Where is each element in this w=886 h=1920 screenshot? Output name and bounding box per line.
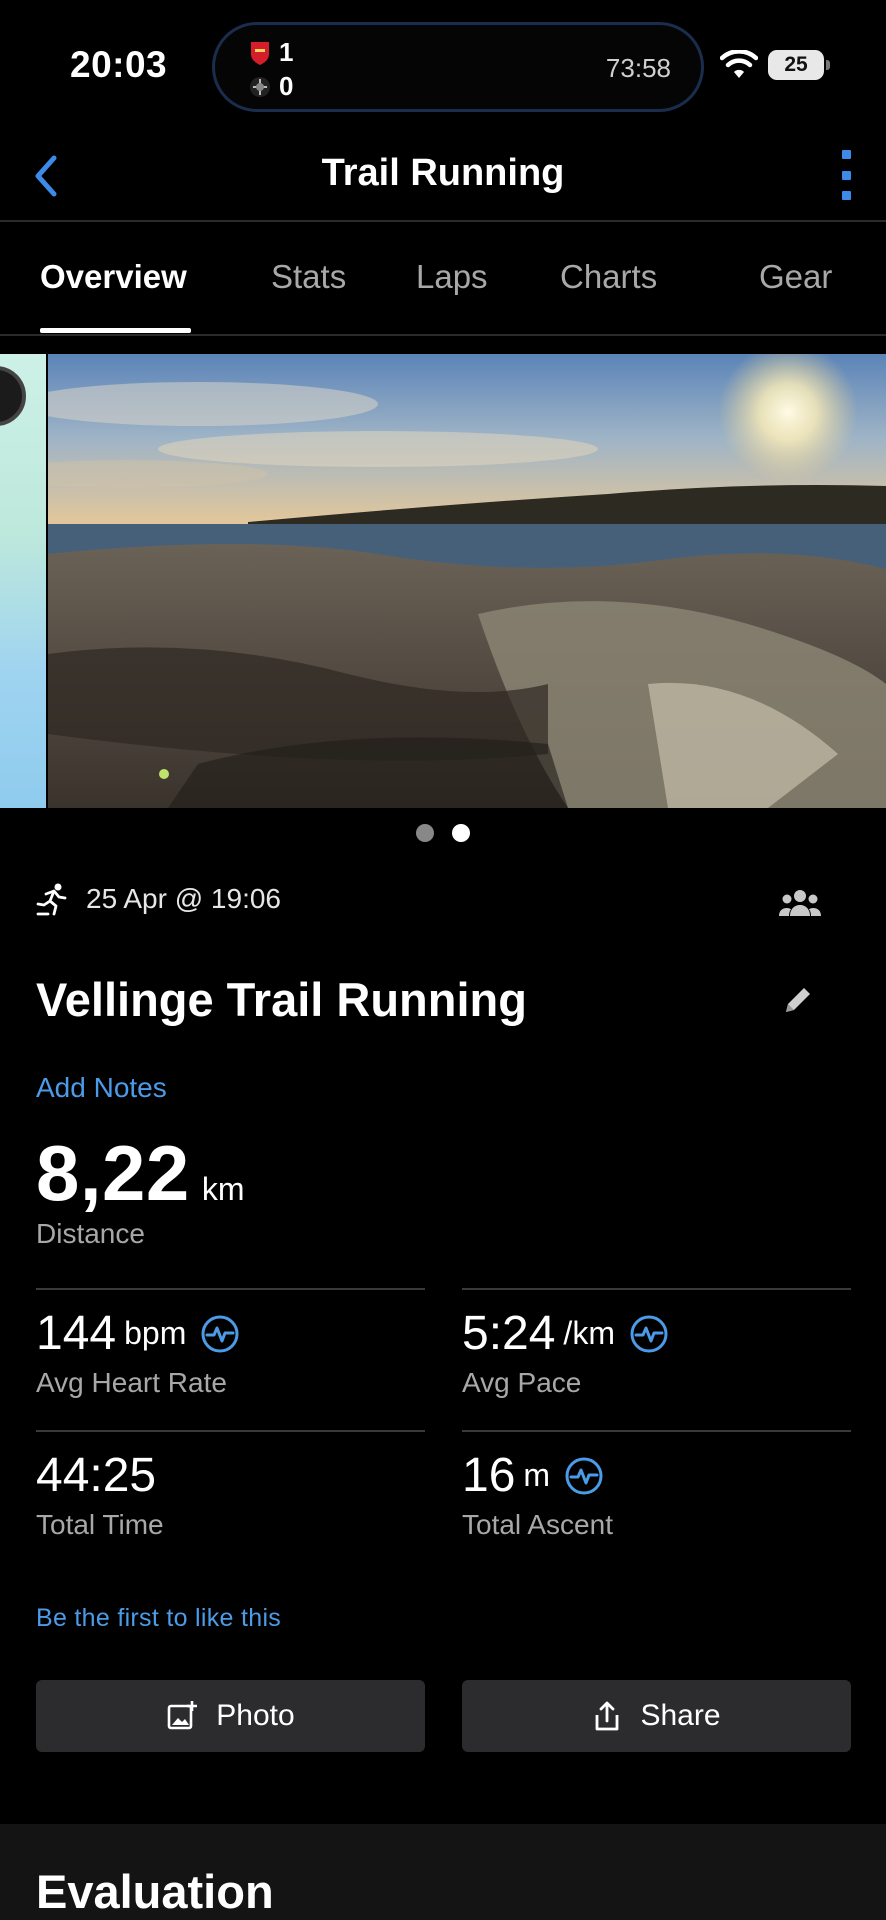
heart-rate-icon — [565, 1457, 603, 1494]
live-activity-score[interactable]: 1 0 73:58 — [212, 22, 704, 112]
stat-label: Avg Pace — [462, 1367, 582, 1398]
stat-unit: m — [523, 1457, 551, 1493]
activity-date: 25 Apr @ 19:06 — [86, 883, 282, 914]
wifi-icon — [720, 50, 758, 78]
route-map-preview[interactable] — [0, 354, 46, 808]
stat-total-time[interactable]: 44:25 Total Time — [36, 1430, 425, 1541]
match-clock: 73:58 — [605, 53, 671, 83]
add-photo-button[interactable]: Photo — [36, 1680, 425, 1752]
stat-value: 44:25 — [36, 1449, 157, 1502]
newcastle-crest-icon — [250, 76, 270, 97]
running-icon — [36, 883, 67, 916]
edit-pencil-icon[interactable] — [782, 984, 814, 1016]
stat-unit: /km — [563, 1315, 615, 1351]
navigation-bar: Trail Running — [0, 130, 886, 222]
carousel-page-indicator[interactable] — [0, 824, 886, 842]
active-tab-indicator — [40, 328, 191, 333]
activity-photo[interactable] — [48, 354, 886, 808]
tab-laps[interactable]: Laps — [416, 258, 488, 296]
stat-avg-pace[interactable]: 5:24 /km Avg Pace — [462, 1288, 851, 1399]
stat-label: Total Time — [36, 1509, 164, 1540]
stat-value: 16 — [462, 1449, 516, 1502]
away-team-row: 0 — [249, 71, 293, 102]
share-button-label: Share — [640, 1699, 721, 1732]
add-photo-icon — [167, 1701, 198, 1730]
distance-value: 8,22 km — [36, 1128, 244, 1219]
activity-meta: 25 Apr @ 19:06 — [36, 882, 281, 916]
tab-charts[interactable]: Charts — [560, 258, 657, 296]
add-notes-link[interactable]: Add Notes — [36, 1072, 167, 1104]
tab-stats[interactable]: Stats — [271, 258, 346, 296]
like-prompt-link[interactable]: Be the first to like this — [36, 1604, 281, 1633]
activity-title: Vellinge Trail Running — [36, 973, 527, 1026]
arsenal-crest-icon — [251, 41, 269, 65]
page-title: Trail Running — [321, 152, 565, 194]
map-marker-icon — [0, 366, 26, 426]
page-dot-active[interactable] — [452, 824, 470, 842]
stat-unit: bpm — [124, 1315, 187, 1351]
tab-bar: Overview Stats Laps Charts Gear — [0, 222, 886, 336]
distance-label: Distance — [36, 1218, 145, 1249]
tab-gear[interactable]: Gear — [759, 258, 832, 296]
stat-avg-heart-rate[interactable]: 144 bpm Avg Heart Rate — [36, 1288, 425, 1399]
group-icon[interactable] — [778, 888, 822, 918]
stat-label: Avg Heart Rate — [36, 1367, 227, 1398]
share-button[interactable]: Share — [462, 1680, 851, 1752]
distance-unit: km — [201, 1171, 245, 1207]
page-dot[interactable] — [416, 824, 434, 842]
distance-number: 8,22 — [36, 1129, 190, 1217]
stat-value: 5:24 — [462, 1307, 556, 1360]
media-carousel[interactable] — [0, 354, 886, 808]
status-time: 20:03 — [70, 44, 168, 85]
section-title: Evaluation — [36, 1865, 274, 1918]
stat-value: 144 — [36, 1307, 117, 1360]
heart-rate-icon — [201, 1315, 239, 1352]
away-score: 0 — [279, 71, 294, 101]
status-bar: 20:03 1 0 73:58 25 — [0, 0, 886, 130]
heart-rate-icon — [630, 1315, 668, 1352]
stat-total-ascent[interactable]: 16 m Total Ascent — [462, 1430, 851, 1541]
tab-overview[interactable]: Overview — [40, 258, 187, 296]
share-icon — [596, 1701, 619, 1731]
evaluation-section: Evaluation — [0, 1824, 886, 1920]
more-options-icon[interactable] — [836, 150, 856, 200]
home-score: 1 — [279, 37, 294, 67]
home-team-row: 1 — [249, 37, 293, 68]
stat-label: Total Ascent — [462, 1509, 613, 1540]
battery-icon: 25 — [768, 50, 830, 80]
photo-button-label: Photo — [216, 1699, 295, 1732]
